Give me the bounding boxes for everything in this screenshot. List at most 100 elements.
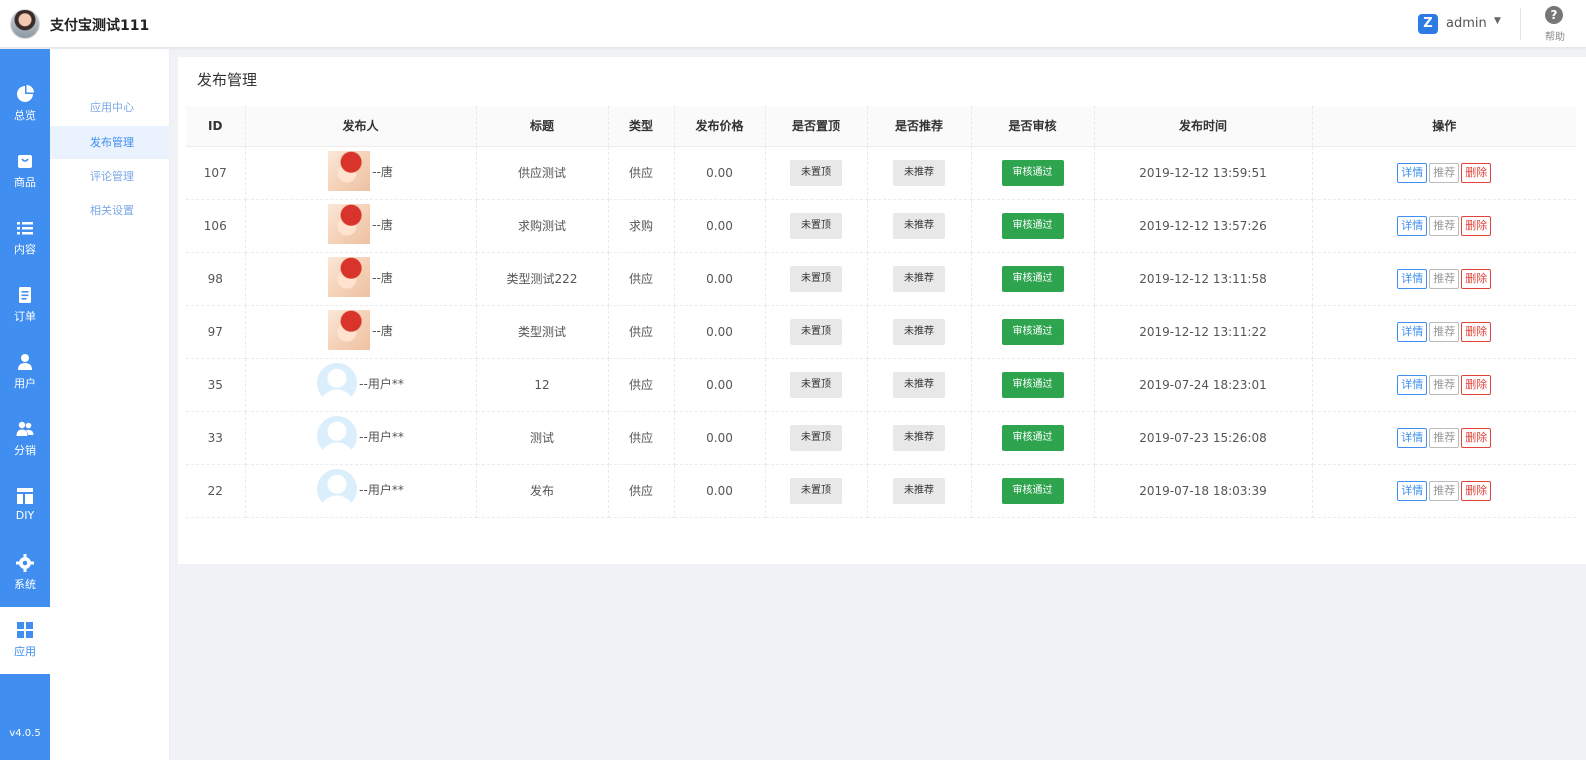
cell-recommend: 未推荐 — [867, 146, 972, 200]
cell-id: 33 — [186, 411, 246, 465]
detail-button[interactable]: 详情 — [1397, 374, 1428, 395]
cell-type: 供应 — [608, 252, 675, 306]
delete-button[interactable]: 删除 — [1461, 321, 1492, 342]
nav-label: 分销 — [14, 444, 36, 457]
cell-publisher: --唐 — [245, 252, 477, 306]
col-header-title: 标题 — [476, 106, 609, 147]
cell-title: 求购测试 — [476, 199, 609, 253]
cell-actions: 详情 推荐 删除 — [1312, 464, 1576, 518]
cell-top: 未置顶 — [765, 358, 868, 412]
audit-status-button[interactable]: 审核通过 — [1001, 159, 1064, 186]
publisher-name: --用户** — [359, 429, 404, 444]
nav-item-diy[interactable]: DIY — [0, 473, 50, 540]
app-title: 支付宝测试111 — [50, 18, 150, 34]
nav-label: 总览 — [14, 109, 36, 122]
cell-actions: 详情 推荐 删除 — [1312, 411, 1576, 465]
top-toggle-button[interactable]: 未置顶 — [790, 159, 842, 186]
top-toggle-button[interactable]: 未置顶 — [790, 318, 842, 345]
recommend-button[interactable]: 推荐 — [1429, 480, 1460, 501]
publisher-avatar — [328, 204, 371, 244]
top-toggle-button[interactable]: 未置顶 — [790, 424, 842, 451]
cell-type: 供应 — [608, 358, 675, 412]
cell-id: 35 — [186, 358, 246, 412]
help-label[interactable]: 帮助 — [1545, 28, 1565, 43]
recommend-toggle-button[interactable]: 未推荐 — [893, 265, 945, 292]
default-avatar-icon — [317, 416, 358, 456]
detail-button[interactable]: 详情 — [1397, 321, 1428, 342]
cell-publisher: --唐 — [245, 199, 477, 253]
users-icon — [16, 421, 34, 436]
cell-actions: 详情 推荐 删除 — [1312, 146, 1576, 200]
audit-status-button[interactable]: 审核通过 — [1001, 265, 1064, 292]
nav-label: DIY — [15, 509, 35, 522]
admin-user-menu[interactable]: admin — [1446, 16, 1487, 31]
shop-bag-icon — [18, 155, 32, 168]
subnav-item-comment-manage[interactable]: 评论管理 — [50, 160, 170, 193]
audit-status-button[interactable]: 审核通过 — [1001, 212, 1064, 239]
cell-time: 2019-12-12 13:57:26 — [1094, 199, 1313, 253]
header-divider — [1520, 8, 1521, 40]
delete-button[interactable]: 删除 — [1461, 374, 1492, 395]
table-row: 98 --唐 类型测试222 供应 0.00 未置顶 未推荐 审核通过 2019… — [186, 252, 1576, 306]
recommend-toggle-button[interactable]: 未推荐 — [893, 477, 945, 504]
subnav-item-settings[interactable]: 相关设置 — [50, 194, 170, 227]
top-toggle-button[interactable]: 未置顶 — [790, 477, 842, 504]
nav-item-goods[interactable]: 商品 — [0, 138, 50, 205]
detail-button[interactable]: 详情 — [1397, 427, 1428, 448]
nav-item-apps[interactable]: 应用 — [0, 607, 50, 674]
recommend-button[interactable]: 推荐 — [1429, 374, 1460, 395]
cell-top: 未置顶 — [765, 464, 868, 518]
recommend-toggle-button[interactable]: 未推荐 — [893, 424, 945, 451]
publisher-name: --唐 — [372, 270, 393, 285]
cell-actions: 详情 推荐 删除 — [1312, 199, 1576, 253]
nav-item-system[interactable]: 系统 — [0, 540, 50, 607]
recommend-button[interactable]: 推荐 — [1429, 321, 1460, 342]
nav-label: 用户 — [14, 377, 36, 390]
top-toggle-button[interactable]: 未置顶 — [790, 212, 842, 239]
cell-price: 0.00 — [674, 464, 766, 518]
cell-time: 2019-12-12 13:59:51 — [1094, 146, 1313, 200]
default-avatar-icon — [317, 363, 358, 403]
cell-time: 2019-07-18 18:03:39 — [1094, 464, 1313, 518]
nav-item-orders[interactable]: 订单 — [0, 272, 50, 339]
audit-status-button[interactable]: 审核通过 — [1001, 318, 1064, 345]
delete-button[interactable]: 删除 — [1461, 427, 1492, 448]
publisher-avatar — [328, 257, 371, 297]
caret-down-icon[interactable]: ▼ — [1494, 16, 1501, 26]
audit-status-button[interactable]: 审核通过 — [1001, 424, 1064, 451]
table-row: 97 --唐 类型测试 供应 0.00 未置顶 未推荐 审核通过 2019-12… — [186, 305, 1576, 359]
audit-status-button[interactable]: 审核通过 — [1001, 371, 1064, 398]
publisher-name: --唐 — [372, 217, 393, 232]
top-toggle-button[interactable]: 未置顶 — [790, 371, 842, 398]
detail-button[interactable]: 详情 — [1397, 480, 1428, 501]
recommend-toggle-button[interactable]: 未推荐 — [893, 371, 945, 398]
recommend-button[interactable]: 推荐 — [1429, 427, 1460, 448]
recommend-toggle-button[interactable]: 未推荐 — [893, 212, 945, 239]
top-toggle-button[interactable]: 未置顶 — [790, 265, 842, 292]
audit-status-button[interactable]: 审核通过 — [1001, 477, 1064, 504]
nav-item-users[interactable]: 用户 — [0, 339, 50, 406]
subnav-item-publish-manage[interactable]: 发布管理 — [50, 126, 170, 159]
delete-button[interactable]: 删除 — [1461, 215, 1492, 236]
col-header-audit: 是否审核 — [971, 106, 1095, 147]
cell-type: 供应 — [608, 464, 675, 518]
help-icon[interactable]: ? — [1545, 6, 1563, 24]
publisher-avatar — [328, 151, 371, 191]
publisher-name: --唐 — [372, 164, 393, 179]
delete-button[interactable]: 删除 — [1461, 268, 1492, 289]
recommend-button[interactable]: 推荐 — [1429, 268, 1460, 289]
detail-button[interactable]: 详情 — [1397, 268, 1428, 289]
nav-item-overview[interactable]: 总览 — [0, 71, 50, 138]
recommend-toggle-button[interactable]: 未推荐 — [893, 318, 945, 345]
recommend-button[interactable]: 推荐 — [1429, 162, 1460, 183]
cell-time: 2019-12-12 13:11:22 — [1094, 305, 1313, 359]
subnav-item-app-center[interactable]: 应用中心 — [50, 91, 170, 124]
delete-button[interactable]: 删除 — [1461, 480, 1492, 501]
recommend-button[interactable]: 推荐 — [1429, 215, 1460, 236]
delete-button[interactable]: 删除 — [1461, 162, 1492, 183]
recommend-toggle-button[interactable]: 未推荐 — [893, 159, 945, 186]
nav-item-distribution[interactable]: 分销 — [0, 406, 50, 473]
detail-button[interactable]: 详情 — [1397, 215, 1428, 236]
detail-button[interactable]: 详情 — [1397, 162, 1428, 183]
nav-item-content[interactable]: 内容 — [0, 205, 50, 272]
